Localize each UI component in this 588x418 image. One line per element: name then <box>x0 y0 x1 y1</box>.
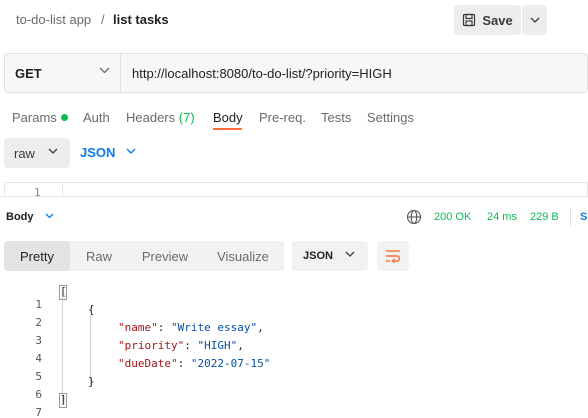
code-line: 4 "priority": "HIGH", <box>0 339 588 365</box>
chevron-down-icon <box>48 148 58 154</box>
response-bar: Body 200 OK 24 ms 229 B S <box>0 205 588 229</box>
headers-count: (7) <box>178 110 195 125</box>
response-time[interactable]: 24 ms <box>487 211 517 223</box>
response-view-tabs: Pretty Raw Preview Visualize <box>4 241 284 271</box>
wrap-lines-icon <box>386 250 401 263</box>
code-text: [ <box>60 285 67 298</box>
code-text: ] <box>60 393 67 406</box>
chevron-down-icon[interactable] <box>45 213 54 219</box>
url-input[interactable]: http://localhost:8080/to-do-list/?priori… <box>132 66 392 81</box>
save-response-button[interactable]: S <box>580 211 587 223</box>
save-button[interactable]: Save <box>454 5 521 35</box>
json-value: "2022-07-15" <box>190 357 271 370</box>
code-text: } <box>88 375 95 388</box>
tab-params[interactable]: Params <box>12 110 68 125</box>
tab-headers-label: Headers <box>126 110 176 125</box>
code-text: { <box>88 303 95 316</box>
params-active-dot <box>60 114 68 121</box>
chevron-down-icon <box>345 251 355 257</box>
line-number: 7 <box>35 406 42 418</box>
body-format-select[interactable]: JSON <box>80 145 115 160</box>
active-tab-indicator <box>213 128 242 130</box>
pane-divider[interactable] <box>0 196 588 197</box>
chevron-down-icon <box>530 17 539 23</box>
tab-body[interactable]: Body <box>213 110 243 125</box>
url-bar: GET http://localhost:8080/to-do-list/?pr… <box>4 53 588 93</box>
globe-icon[interactable] <box>406 209 422 225</box>
save-label: Save <box>482 12 513 28</box>
response-body-select[interactable]: Body <box>6 211 34 223</box>
response-format-select[interactable]: JSON <box>292 241 368 271</box>
save-icon <box>463 13 476 27</box>
tab-headers[interactable]: Headers (7) <box>126 110 195 125</box>
request-tabs: Params Auth Headers (7) Body Pre-req. Te… <box>0 106 588 132</box>
code-text: "priority": "HIGH", <box>118 339 244 352</box>
request-header: to-do-list app / list tasks Save <box>0 0 588 40</box>
code-text: "name": "Write essay", <box>118 321 264 334</box>
gutter-divider <box>62 183 63 196</box>
code-line: 7 ] <box>0 393 588 418</box>
view-raw[interactable]: Raw <box>70 241 128 271</box>
tab-auth[interactable]: Auth <box>83 110 110 125</box>
json-value: "Write essay" <box>171 321 258 334</box>
view-pretty[interactable]: Pretty <box>4 241 70 271</box>
request-title[interactable]: list tasks <box>113 12 169 27</box>
code-text: "dueDate": "2022-07-15" <box>118 357 271 370</box>
tab-params-label: Params <box>12 110 57 125</box>
breadcrumb-collection[interactable]: to-do-list app <box>16 12 91 27</box>
code-line: 3 "name": "Write essay", <box>0 321 588 347</box>
response-size[interactable]: 229 B <box>530 211 559 223</box>
view-visualize[interactable]: Visualize <box>202 241 284 271</box>
response-format-label: JSON <box>303 250 333 262</box>
code-line: 1 [ <box>0 285 588 311</box>
tab-pre-request[interactable]: Pre-req. <box>259 110 306 125</box>
body-type-label: raw <box>14 145 35 161</box>
code-line: 5 "dueDate": "2022-07-15" <box>0 357 588 383</box>
chevron-down-icon[interactable] <box>126 148 136 154</box>
breadcrumb-separator: / <box>101 12 105 27</box>
save-options-button[interactable] <box>522 5 547 35</box>
method-select[interactable]: GET <box>5 54 121 92</box>
chevron-down-icon <box>99 67 110 74</box>
separator <box>570 208 571 226</box>
code-line: 6 } <box>0 375 588 401</box>
json-key: "priority" <box>118 339 185 352</box>
view-preview[interactable]: Preview <box>128 241 202 271</box>
line-number: 1 <box>34 186 41 196</box>
request-body-editor[interactable]: 1 <box>4 182 588 196</box>
wrap-lines-button[interactable] <box>377 241 409 271</box>
json-value: "HIGH" <box>197 339 238 352</box>
status-code[interactable]: 200 OK <box>434 211 471 223</box>
method-label: GET <box>15 65 42 81</box>
tab-tests[interactable]: Tests <box>321 110 351 125</box>
code-line: 2 { <box>0 303 588 329</box>
json-key: "dueDate" <box>118 357 178 370</box>
tab-settings[interactable]: Settings <box>367 110 414 125</box>
json-key: "name" <box>118 321 158 334</box>
response-body-code[interactable]: 1 [ 2 { 3 "name": "Write essay", 4 "prio… <box>0 283 588 418</box>
body-type-select[interactable]: raw <box>4 138 70 168</box>
